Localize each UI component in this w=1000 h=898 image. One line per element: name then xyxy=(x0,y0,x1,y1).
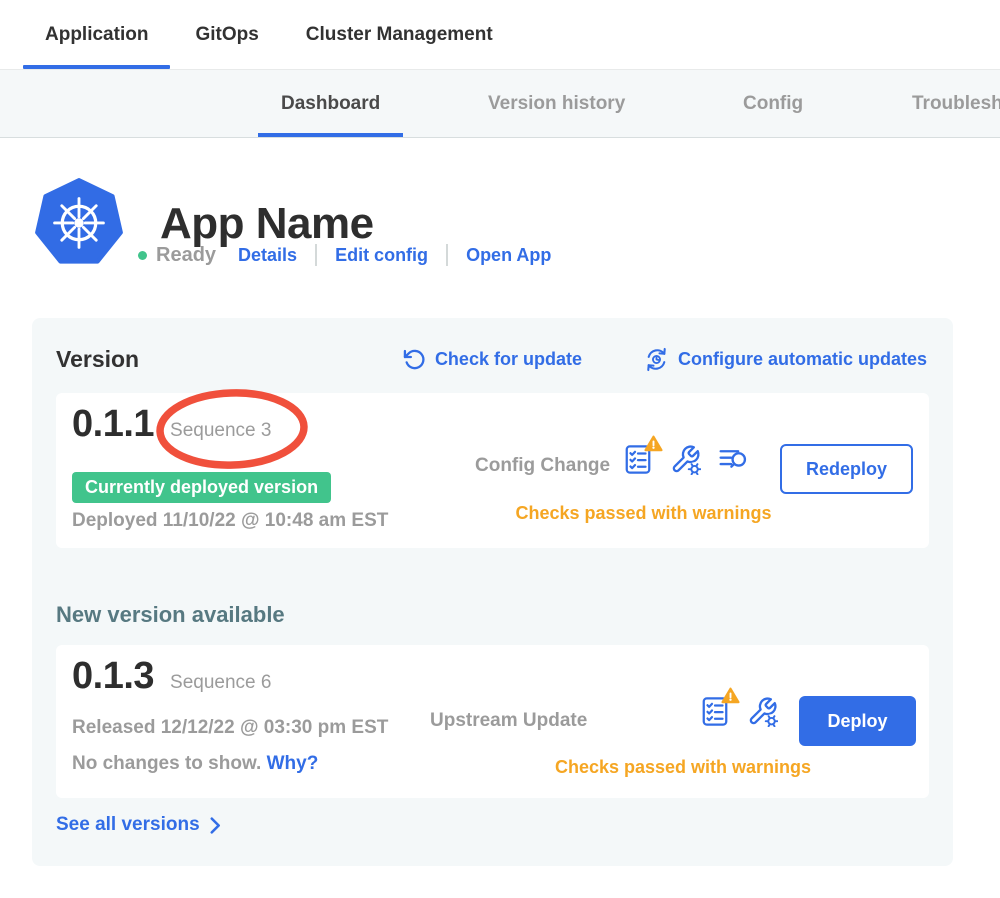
version-section-header: Version Check for update Configure xyxy=(56,346,927,373)
version-source-label: Config Change xyxy=(475,455,610,477)
current-version-row: 0.1.1 Sequence 3 xyxy=(72,403,271,446)
deploy-button[interactable]: Deploy xyxy=(799,696,916,746)
tab-config-label: Config xyxy=(743,93,803,115)
see-all-versions-label: See all versions xyxy=(56,814,200,836)
why-link[interactable]: Why? xyxy=(267,753,319,774)
preflight-status-text: Checks passed with warnings xyxy=(548,757,818,778)
view-files-icon xyxy=(718,446,749,474)
tab-application[interactable]: Application xyxy=(23,0,170,69)
view-files-button[interactable] xyxy=(718,446,749,474)
preflight-checks-button[interactable] xyxy=(623,443,653,476)
redeploy-button[interactable]: Redeploy xyxy=(780,444,913,494)
warning-triangle-icon xyxy=(644,435,663,452)
tab-config[interactable]: Config xyxy=(743,70,803,137)
new-version-heading: New version available xyxy=(56,602,285,628)
app-header: App Name Ready Details Edit config Open … xyxy=(0,138,1000,317)
check-for-update-link[interactable]: Check for update xyxy=(403,348,582,371)
configure-automatic-updates-link[interactable]: Configure automatic updates xyxy=(644,347,927,372)
tab-version-history-label: Version history xyxy=(488,93,625,115)
changes-note: No changes to show. Why? xyxy=(72,753,318,775)
tab-troubleshoot[interactable]: Troubleshoot xyxy=(912,70,1000,137)
deployed-timestamp: Deployed 11/10/22 @ 10:48 am EST xyxy=(72,510,388,532)
preflight-checks-button[interactable] xyxy=(700,695,730,728)
divider xyxy=(446,244,448,266)
tab-troubleshoot-label: Troubleshoot xyxy=(912,93,1000,115)
wrench-gear-icon xyxy=(670,444,701,475)
current-version-card: 0.1.1 Sequence 3 Currently deployed vers… xyxy=(56,393,929,548)
tab-version-history[interactable]: Version history xyxy=(488,70,625,137)
tab-application-label: Application xyxy=(45,24,148,46)
app-sub-nav: Dashboard Version history Config Trouble… xyxy=(0,70,1000,138)
primary-nav: Application GitOps Cluster Management xyxy=(0,0,1000,70)
view-config-button[interactable] xyxy=(670,444,701,475)
tab-dashboard-label: Dashboard xyxy=(281,93,380,115)
new-version-card: 0.1.3 Sequence 6 Released 12/12/22 @ 03:… xyxy=(56,645,929,798)
preflight-status-text: Checks passed with warnings xyxy=(496,503,791,524)
wrench-gear-icon xyxy=(747,696,778,727)
current-version-sequence: Sequence 3 xyxy=(170,420,271,442)
tab-dashboard[interactable]: Dashboard xyxy=(258,70,403,137)
warning-triangle-icon xyxy=(721,687,740,704)
current-version-number: 0.1.1 xyxy=(72,403,154,446)
version-source-label: Upstream Update xyxy=(430,710,587,732)
details-link[interactable]: Details xyxy=(238,245,297,266)
new-version-row: 0.1.3 Sequence 6 xyxy=(72,655,271,698)
status-badge: Ready xyxy=(156,244,216,267)
version-section-title: Version xyxy=(56,346,139,373)
new-version-sequence: Sequence 6 xyxy=(170,672,271,694)
version-section: Version Check for update Configure xyxy=(32,318,953,866)
tab-cluster-management[interactable]: Cluster Management xyxy=(284,0,515,69)
no-changes-text: No changes to show. xyxy=(72,753,261,774)
status-dot-icon xyxy=(138,251,147,260)
new-version-status-icons xyxy=(700,695,778,728)
open-app-link[interactable]: Open App xyxy=(466,245,551,266)
divider xyxy=(315,244,317,266)
tab-cluster-management-label: Cluster Management xyxy=(306,24,493,46)
app-status-row: Ready Details Edit config Open App xyxy=(138,242,551,268)
current-version-status-icons xyxy=(623,443,749,476)
edit-config-link[interactable]: Edit config xyxy=(335,245,428,266)
see-all-versions-link[interactable]: See all versions xyxy=(56,814,221,836)
tab-gitops-label: GitOps xyxy=(195,24,258,46)
view-config-button[interactable] xyxy=(747,696,778,727)
kubernetes-logo xyxy=(35,177,123,267)
tab-gitops[interactable]: GitOps xyxy=(173,0,280,69)
currently-deployed-badge: Currently deployed version xyxy=(72,472,331,503)
check-for-update-label: Check for update xyxy=(435,349,582,370)
configure-automatic-updates-label: Configure automatic updates xyxy=(678,349,927,370)
chevron-right-icon xyxy=(210,817,221,834)
released-timestamp: Released 12/12/22 @ 03:30 pm EST xyxy=(72,717,388,739)
new-version-number: 0.1.3 xyxy=(72,655,154,698)
auto-update-clock-icon xyxy=(644,347,669,372)
refresh-icon xyxy=(403,348,426,371)
